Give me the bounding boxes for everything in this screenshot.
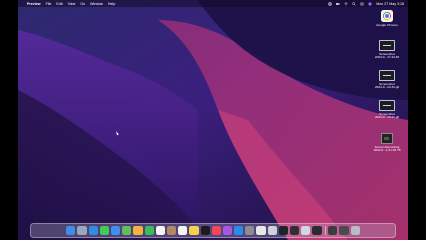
preview-icon[interactable] [301,225,311,236]
iphone-mirroring-icon[interactable] [267,225,277,236]
menu-bar: Preview File Edit View Go Window Help Mo… [18,0,408,7]
desktop-screen: Preview File Edit View Go Window Help Mo… [18,0,408,240]
dock [30,223,396,238]
app-store-icon[interactable] [234,225,244,236]
chrome-icon[interactable] [256,225,266,236]
desktop-item-label: Screenshot 2024-0...17.44.48 [374,51,400,60]
screenshot-thumbnail-icon [379,100,395,111]
desktop-item-screenshot-2[interactable]: Screenshot 2024-0...24.34.gif [372,70,402,90]
notes-icon[interactable] [189,225,199,236]
safari-icon[interactable] [88,225,98,236]
screenshot-app-icon[interactable] [312,225,322,236]
screenshot-thumbnail-icon [379,70,395,81]
menu-clock[interactable]: Mon 27 May 3:18 [376,2,404,6]
menu-app-name[interactable]: Preview [27,2,41,6]
dock-separator [324,226,326,235]
menu-go[interactable]: Go [80,2,85,6]
messages-icon[interactable] [99,225,110,236]
search-icon[interactable] [352,1,356,6]
maps-icon[interactable] [122,225,132,236]
menu-help[interactable]: Help [108,2,115,6]
desktop-item-label: Screenshot 2024-0...18.21.gif [374,111,400,120]
record-status-icon[interactable] [328,1,333,6]
menu-edit[interactable]: Edit [56,2,62,6]
downloads-stack-icon[interactable] [328,225,338,236]
reminders-icon[interactable] [178,225,188,236]
desktop-item-screenshot-3[interactable]: Screenshot 2024-0...18.21.gif [372,100,402,120]
activity-monitor-icon[interactable] [290,225,300,236]
trash-icon[interactable] [350,225,360,236]
desktop-item-screenshot-1[interactable]: Screenshot 2024-0...17.44.48 [372,40,402,60]
terminal-icon[interactable] [278,225,289,236]
facetime-icon[interactable] [144,225,154,236]
launchpad-icon[interactable] [77,225,87,236]
calendar-icon[interactable] [155,225,165,236]
menu-file[interactable]: File [46,2,52,6]
podcasts-icon[interactable] [222,225,233,236]
wifi-icon[interactable] [344,2,348,6]
finder-icon[interactable] [66,225,76,236]
desktop-item-label: Screenshot 2024-0...24.34.gif [374,81,400,90]
desktop-item-label: Screen Recording 2024-0...1.01.26.78 [373,144,401,153]
desktop-item-label: Google Chrome [376,22,398,27]
screenshot-thumbnail-icon [379,40,395,51]
control-center-icon[interactable] [360,2,364,6]
music-icon[interactable] [211,225,221,236]
recent-stack-icon[interactable] [339,225,349,236]
desktop-item-screen-recording[interactable]: Screen Recording 2024-0...1.01.26.78 [372,133,402,153]
mail-icon[interactable] [111,225,121,236]
photos-icon[interactable] [133,225,143,236]
menu-window[interactable]: Window [90,2,103,6]
siri-icon[interactable] [368,1,372,6]
desktop-item-google-chrome[interactable]: Google Chrome [372,10,402,27]
contacts-icon[interactable] [166,225,177,236]
battery-icon[interactable] [336,2,340,6]
screen-recording-thumbnail-icon [381,133,393,144]
tv-icon[interactable] [200,225,210,236]
system-settings-icon[interactable] [245,225,255,236]
menu-view[interactable]: View [68,2,76,6]
google-chrome-icon [381,10,393,22]
wallpaper [18,0,408,240]
